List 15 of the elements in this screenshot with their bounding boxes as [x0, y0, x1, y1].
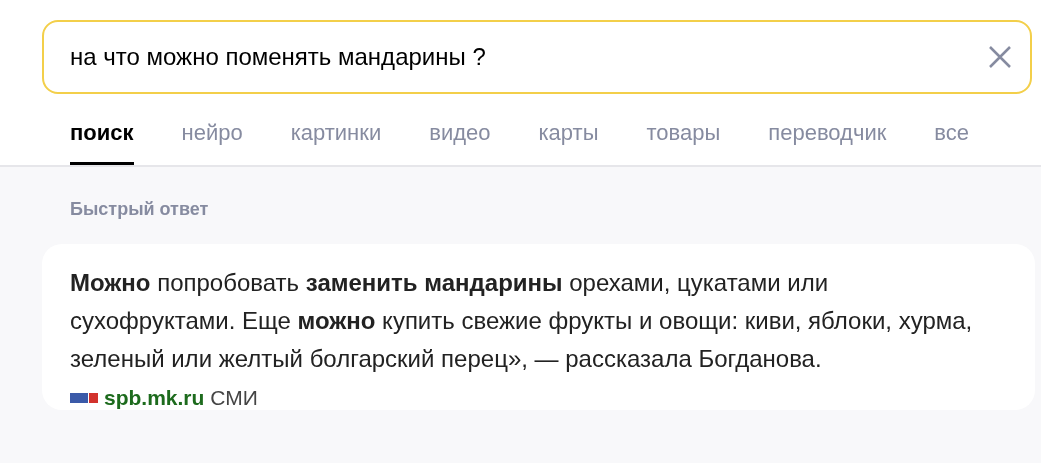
tab[interactable]: нейро	[181, 120, 243, 165]
search-field[interactable]: на что можно поменять мандарины ?	[42, 20, 1032, 94]
site-logo-icon	[70, 391, 98, 405]
tab[interactable]: поиск	[70, 120, 134, 165]
tab[interactable]: все	[934, 120, 969, 165]
section-heading: Быстрый ответ	[69, 198, 210, 220]
tab[interactable]: товары	[646, 120, 721, 165]
tab[interactable]: видео	[429, 120, 491, 165]
tab[interactable]: переводчик	[768, 120, 887, 165]
answer-text: Можно попробовать заменить мандарины орехами, цукатами или сухофруктами. Еще можно купить свежие фрукты и овощи: киви, яблоки, хурма, зеленый или желтый болгарский перец», — рассказала Богданова.	[70, 268, 974, 374]
source-link[interactable]: spb.mk.ru	[104, 386, 205, 410]
source-category: СМИ	[210, 386, 258, 410]
tab[interactable]: карты	[538, 120, 599, 165]
tab[interactable]: картинки	[290, 120, 382, 165]
close-icon[interactable]	[988, 45, 1012, 69]
